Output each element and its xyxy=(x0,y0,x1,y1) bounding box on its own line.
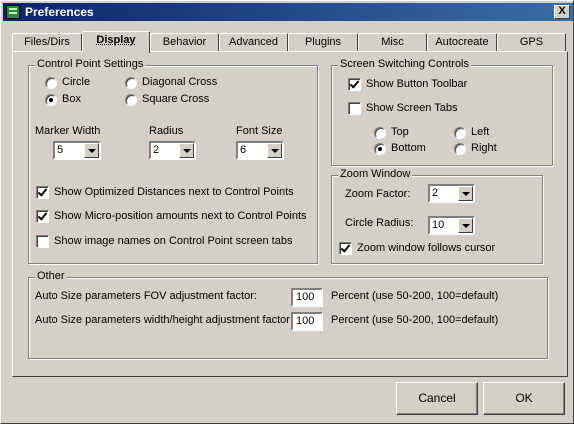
tab-label: Files/Dirs xyxy=(24,36,70,48)
tab-label: Autocreate xyxy=(435,36,489,48)
fov-factor-hint: Percent (use 50-200, 100=default) xyxy=(331,290,499,302)
marker-width-select[interactable]: 5 xyxy=(53,141,101,160)
tab-advanced[interactable]: Advanced xyxy=(219,33,288,52)
tabs-right-radio[interactable] xyxy=(454,143,466,155)
shape-diagonal-cross-radio[interactable] xyxy=(125,77,137,89)
shape-square-cross-radio[interactable] xyxy=(125,94,137,106)
marker-width-label: Marker Width xyxy=(35,125,101,137)
marker-width-value: 5 xyxy=(57,144,64,156)
preferences-window: Preferences X Files/Dirs Display Behavio… xyxy=(0,0,574,424)
tabs-left-label: Left xyxy=(471,126,490,138)
zoom-factor-label: Zoom Factor: xyxy=(345,188,411,200)
tab-misc[interactable]: Misc xyxy=(358,33,427,52)
group-legend: Control Point Settings xyxy=(35,58,146,70)
shape-box-label: Box xyxy=(62,93,81,105)
shape-circle-radio[interactable] xyxy=(45,77,57,89)
tab-plugins[interactable]: Plugins xyxy=(288,33,358,52)
font-size-select[interactable]: 6 xyxy=(236,141,284,160)
zoom-factor-value: 2 xyxy=(432,187,439,199)
radius-value: 2 xyxy=(153,144,160,156)
chevron-down-icon[interactable] xyxy=(84,143,99,158)
fov-factor-label: Auto Size parameters FOV adjustment fact… xyxy=(35,290,257,302)
circle-radius-label: Circle Radius: xyxy=(345,217,414,229)
tabs-top-label: Top xyxy=(391,126,409,138)
chevron-down-icon[interactable] xyxy=(458,186,473,201)
tabs-left-radio[interactable] xyxy=(454,127,466,139)
tabs-bottom-label: Bottom xyxy=(391,142,426,154)
group-legend: Zoom Window xyxy=(338,168,413,180)
tabs-bottom-radio[interactable] xyxy=(374,143,386,155)
zoom-follows-cursor-checkbox[interactable] xyxy=(339,242,352,255)
group-legend: Other xyxy=(35,270,67,282)
display-tab-panel: Control Point Settings Circle Box Diagon… xyxy=(12,51,568,377)
zoom-window-group: Zoom Window Zoom Factor: 2 Circle Radius… xyxy=(331,168,543,264)
tab-label: Misc xyxy=(381,36,404,48)
chevron-down-icon[interactable] xyxy=(458,218,473,233)
radius-select[interactable]: 2 xyxy=(149,141,196,160)
title-bar[interactable]: Preferences X xyxy=(3,3,573,21)
font-size-label: Font Size xyxy=(236,125,283,137)
show-optimized-distances-label: Show Optimized Distances next to Control… xyxy=(54,186,294,198)
show-optimized-distances-checkbox[interactable] xyxy=(36,186,49,199)
wh-factor-label: Auto Size parameters width/height adjust… xyxy=(35,314,294,326)
wh-factor-hint: Percent (use 50-200, 100=default) xyxy=(331,314,499,326)
tab-display[interactable]: Display xyxy=(82,31,150,53)
zoom-follows-cursor-label: Zoom window follows cursor xyxy=(357,242,496,254)
show-image-names-checkbox[interactable] xyxy=(36,235,49,248)
tab-label: Plugins xyxy=(304,36,342,48)
shape-box-radio[interactable] xyxy=(45,94,57,106)
close-button[interactable]: X xyxy=(554,5,570,19)
show-image-names-label: Show image names on Control Point screen… xyxy=(54,235,293,247)
chevron-down-icon[interactable] xyxy=(179,143,194,158)
show-micro-position-checkbox[interactable] xyxy=(36,210,49,223)
tab-label: Behavior xyxy=(162,36,207,48)
show-screen-tabs-checkbox[interactable] xyxy=(348,102,361,115)
group-legend: Screen Switching Controls xyxy=(338,58,472,70)
app-icon xyxy=(6,5,20,19)
show-micro-position-label: Show Micro-position amounts next to Cont… xyxy=(54,210,307,222)
tab-label: GPS xyxy=(519,36,544,48)
tab-label: Advanced xyxy=(229,36,278,48)
tab-autocreate[interactable]: Autocreate xyxy=(427,33,497,52)
font-size-value: 6 xyxy=(240,144,247,156)
shape-diagonal-cross-label: Diagonal Cross xyxy=(142,76,218,88)
show-button-toolbar-label: Show Button Toolbar xyxy=(366,78,468,90)
show-screen-tabs-label: Show Screen Tabs xyxy=(366,102,458,114)
chevron-down-icon[interactable] xyxy=(267,143,282,158)
tab-label: Display xyxy=(96,34,136,46)
wh-factor-input[interactable]: 100 xyxy=(291,312,323,331)
show-button-toolbar-checkbox[interactable] xyxy=(348,78,361,91)
tabs-top-radio[interactable] xyxy=(374,127,386,139)
shape-square-cross-label: Square Cross xyxy=(142,93,210,105)
circle-radius-select[interactable]: 10 xyxy=(428,216,475,235)
tab-gps[interactable]: GPS xyxy=(497,33,566,52)
other-group: Other Auto Size parameters FOV adjustmen… xyxy=(28,270,548,359)
tab-files-dirs[interactable]: Files/Dirs xyxy=(12,33,82,52)
tab-behavior[interactable]: Behavior xyxy=(150,33,219,52)
fov-factor-input[interactable]: 100 xyxy=(291,288,323,307)
shape-circle-label: Circle xyxy=(62,76,91,88)
radius-label: Radius xyxy=(149,125,184,137)
ok-button[interactable]: OK xyxy=(483,382,565,415)
control-point-settings-group: Control Point Settings Circle Box Diagon… xyxy=(28,58,318,264)
cancel-button[interactable]: Cancel xyxy=(396,382,478,415)
zoom-factor-select[interactable]: 2 xyxy=(428,184,475,203)
circle-radius-value: 10 xyxy=(432,219,445,231)
screen-switching-group: Screen Switching Controls Show Button To… xyxy=(331,58,553,166)
window-title: Preferences xyxy=(25,5,94,19)
tabs-right-label: Right xyxy=(471,142,497,154)
